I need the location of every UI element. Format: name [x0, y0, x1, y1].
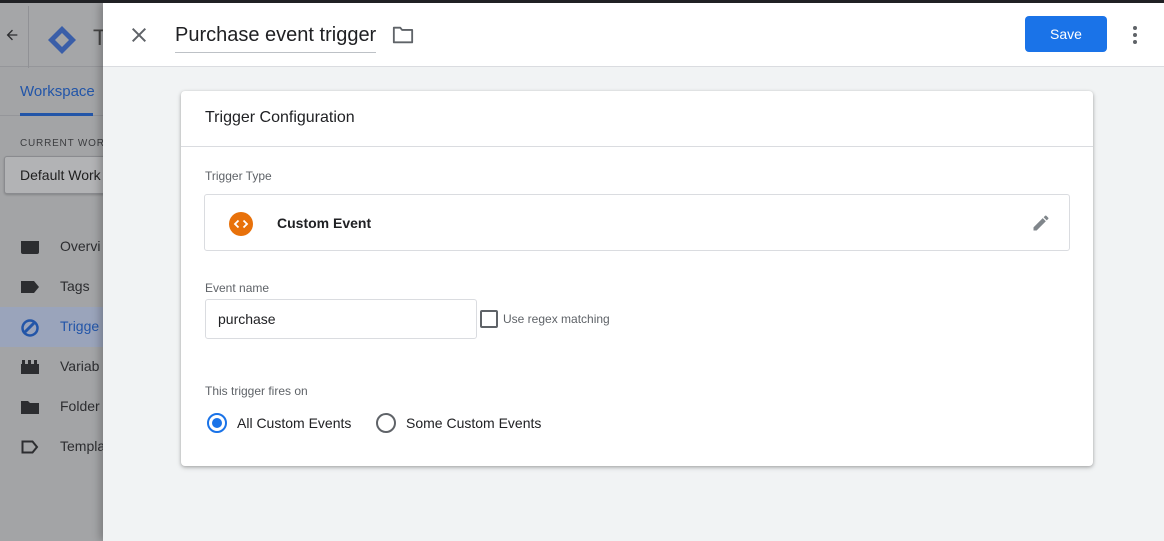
- sidebar-item-label: Folder: [60, 398, 100, 414]
- sidebar-item-label: Variab: [60, 358, 100, 374]
- trigger-type-name: Custom Event: [277, 215, 372, 231]
- back-arrow-icon[interactable]: [4, 27, 22, 47]
- save-button[interactable]: Save: [1025, 16, 1107, 52]
- trigger-name-field[interactable]: Purchase event trigger: [175, 20, 377, 53]
- variables-icon: [21, 359, 39, 375]
- regex-checkbox[interactable]: [480, 310, 498, 328]
- fires-on-label: This trigger fires on: [205, 384, 308, 398]
- tag-manager-logo-icon: [47, 25, 77, 55]
- folder-icon: [21, 399, 39, 415]
- radio-label-some-custom-events[interactable]: Some Custom Events: [406, 415, 541, 431]
- more-vert-icon[interactable]: [1123, 23, 1147, 47]
- tab-workspace[interactable]: Workspace: [20, 83, 95, 100]
- sidebar-item-variables[interactable]: Variab: [0, 347, 103, 387]
- trigger-editor-panel: Purchase event trigger Save Trigger Conf…: [103, 3, 1164, 541]
- sidebar-item-label: Trigge: [60, 318, 100, 334]
- panel-header: Purchase event trigger Save: [103, 3, 1164, 67]
- card-header: Trigger Configuration: [181, 91, 1093, 147]
- trigger-type-selector[interactable]: Custom Event: [204, 194, 1070, 251]
- event-name-label: Event name: [205, 281, 270, 295]
- regex-label[interactable]: Use regex matching: [503, 312, 610, 326]
- card-title: Trigger Configuration: [205, 109, 355, 126]
- sidebar-item-triggers[interactable]: Trigge: [0, 307, 103, 347]
- window-top-border: [0, 0, 1164, 3]
- sidebar-item-overview[interactable]: Overvi: [0, 227, 103, 267]
- overview-icon: [21, 239, 39, 255]
- sidebar-item-templates[interactable]: Templa: [0, 427, 106, 467]
- sidebar-item-label: Overvi: [60, 238, 101, 254]
- close-icon[interactable]: [127, 23, 151, 47]
- sidebar-item-label: Tags: [60, 278, 90, 294]
- trigger-type-label: Trigger Type: [205, 169, 272, 183]
- tab-workspace-indicator: [20, 113, 93, 116]
- trigger-icon: [21, 319, 39, 337]
- radio-label-all-custom-events[interactable]: All Custom Events: [237, 415, 351, 431]
- pencil-icon[interactable]: [1031, 213, 1051, 233]
- trigger-configuration-card: Trigger Configuration Trigger Type Custo…: [181, 91, 1093, 466]
- event-name-input[interactable]: [205, 299, 477, 339]
- folder-icon[interactable]: [392, 25, 414, 45]
- radio-all-custom-events[interactable]: [207, 413, 227, 433]
- radio-some-custom-events[interactable]: [376, 413, 396, 433]
- trigger-name: Purchase event trigger: [175, 24, 377, 46]
- topbar-divider: [28, 6, 29, 70]
- current-workspace-value: Default Work: [20, 167, 101, 183]
- current-workspace-label: CURRENT WORK: [20, 138, 113, 149]
- tag-icon: [21, 279, 39, 295]
- custom-event-icon: [229, 212, 253, 236]
- sidebar-item-folders[interactable]: Folder: [0, 387, 103, 427]
- sidebar-item-tags[interactable]: Tags: [0, 267, 103, 307]
- template-icon: [21, 439, 39, 455]
- sidebar-item-label: Templa: [60, 438, 106, 454]
